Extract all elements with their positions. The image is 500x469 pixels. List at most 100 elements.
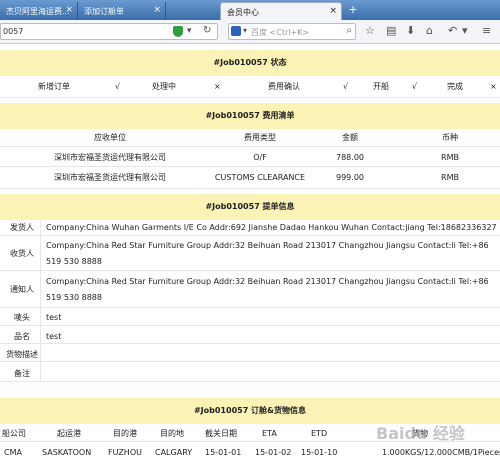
address-bar[interactable]: 0057 ▾ ↻ <box>0 23 218 40</box>
table-row: 深圳市宏福圣货运代理有限公司 O/F 788.00 RMB <box>0 147 500 167</box>
order-header: ETA <box>262 429 277 438</box>
bl-field-row: 备注 <box>0 362 500 382</box>
order-cell: 1.000KGS/12.000CMB/1Pieces <box>382 448 500 457</box>
order-header: 目的港 <box>113 429 137 438</box>
fee-cell: RMB <box>441 153 459 162</box>
bl-field-value: test <box>46 313 62 322</box>
bl-field-value: test <box>46 332 62 341</box>
bl-field-row: 发货人 Company:China Wuhan Garments I/E Co … <box>0 220 500 236</box>
order-cell: SASKATOON <box>42 448 92 457</box>
bl-field-value: Company:China Red Star Furniture Group A… <box>46 277 489 302</box>
order-cell: FUZHOU <box>108 448 142 457</box>
bl-field-label: 货物描述 <box>6 350 38 359</box>
menu-icon[interactable]: ≡ <box>482 25 491 37</box>
bl-field-label: 收货人 <box>10 249 34 258</box>
chevron-down-icon[interactable]: ▾ <box>462 25 468 37</box>
fee-header-row: 应收单位 费用类型 金额 币种 <box>0 129 500 147</box>
status-mark: √ <box>412 82 418 91</box>
status-section-title: #Job010057 状态 <box>0 50 500 76</box>
fee-header: 费用类型 <box>244 133 276 142</box>
column-divider <box>40 362 41 381</box>
shield-icon[interactable] <box>173 26 183 37</box>
bl-field-label: 通知人 <box>10 285 34 294</box>
column-divider <box>40 220 41 235</box>
bl-field-row: 收货人 Company:China Red Star Furniture Gro… <box>0 236 500 271</box>
bl-field-label: 品名 <box>14 332 30 341</box>
column-divider <box>40 344 41 361</box>
close-tab-icon[interactable]: × <box>65 5 73 15</box>
tab-2[interactable]: 添加订舱单 × <box>78 2 166 20</box>
status-mark: × <box>490 82 497 91</box>
bl-field-row: 品名 test <box>0 326 500 344</box>
order-header: 目的地 <box>160 429 184 438</box>
order-cell: CMA <box>4 448 22 457</box>
chevron-down-icon[interactable]: ▾ <box>243 26 247 35</box>
page-content: #Job010057 状态 新增订单 √ 处理中 × 费用确认 √ 开船 √ 完… <box>0 44 500 469</box>
fee-header: 币种 <box>442 133 458 142</box>
fee-cell: CUSTOMS CLEARANCE <box>214 173 306 182</box>
tab-2-title: 添加订舱单 <box>84 7 124 16</box>
bl-field-row: 货物描述 <box>0 344 500 362</box>
status-mark: × <box>214 82 221 91</box>
bl-field-row: 通知人 Company:China Red Star Furniture Gro… <box>0 271 500 308</box>
status-mark: √ <box>115 82 121 91</box>
column-divider <box>40 271 41 307</box>
tab-3-active[interactable]: 会员中心 × <box>220 2 342 20</box>
fee-header: 应收单位 <box>94 133 126 142</box>
browser-tab-bar: 杰贝阿里海运费... × 添加订舱单 × 会员中心 × + <box>0 0 500 20</box>
refresh-icon[interactable]: ↻ <box>203 25 211 36</box>
fee-cell: RMB <box>441 173 459 182</box>
search-input[interactable]: 百度 <Ctrl+K> <box>251 27 309 38</box>
order-cell: 15-01-01 <box>205 448 242 457</box>
bl-field-value: Company:China Wuhan Garments I/E Co Addr… <box>46 223 497 232</box>
status-label: 费用确认 <box>268 82 300 91</box>
close-tab-icon[interactable]: × <box>329 6 337 16</box>
home-icon[interactable]: ⌂ <box>426 25 433 37</box>
fee-cell: O/F <box>253 153 267 162</box>
fee-section-title: #Job010057 费用清单 <box>0 103 500 129</box>
status-label: 开船 <box>373 82 389 91</box>
fee-cell: 788.00 <box>336 153 364 162</box>
table-row: 深圳市宏福圣货运代理有限公司 CUSTOMS CLEARANCE 999.00 … <box>0 167 500 189</box>
order-cell: CALGARY <box>155 448 193 457</box>
order-cell: 15-01-10 <box>301 448 338 457</box>
status-label: 新增订单 <box>38 82 70 91</box>
status-row: 新增订单 √ 处理中 × 费用确认 √ 开船 √ 完成 × <box>0 76 500 98</box>
table-row: CMA SASKATOON FUZHOU CALGARY 15-01-01 15… <box>0 442 500 462</box>
download-icon[interactable]: ⬇ <box>406 25 415 37</box>
fee-header: 金额 <box>342 133 358 142</box>
close-tab-icon[interactable]: × <box>153 5 161 15</box>
back-icon[interactable]: ↶ <box>448 25 457 37</box>
tab-3-title: 会员中心 <box>227 8 259 17</box>
fee-cell: 999.00 <box>336 173 364 182</box>
search-engine-icon[interactable] <box>231 26 241 36</box>
search-box[interactable]: ▾ 百度 <Ctrl+K> ⌕ <box>228 23 356 40</box>
star-icon[interactable]: ☆ <box>365 25 375 37</box>
chevron-down-icon[interactable]: ▾ <box>187 26 192 36</box>
status-label: 完成 <box>447 82 463 91</box>
bl-field-value: Company:China Red Star Furniture Group A… <box>46 241 489 266</box>
order-header: 起运港 <box>57 429 81 438</box>
search-icon[interactable]: ⌕ <box>346 25 352 36</box>
new-tab-icon[interactable]: + <box>346 3 360 17</box>
clipboard-icon[interactable]: ▤ <box>386 25 396 37</box>
order-header: 截关日期 <box>205 429 237 438</box>
order-cell: 15-01-02 <box>255 448 292 457</box>
watermark-logo: Baidu 经验 <box>376 424 465 443</box>
tab-1[interactable]: 杰贝阿里海运费... × <box>0 2 78 20</box>
column-divider <box>40 236 41 270</box>
fee-cell: 深圳市宏福圣货运代理有限公司 <box>54 153 166 162</box>
bl-section-title: #Job010057 提单信息 <box>0 194 500 220</box>
bl-field-label: 唛头 <box>14 313 30 322</box>
navigation-bar: 0057 ▾ ↻ ▾ 百度 <Ctrl+K> ⌕ ☆ ▤ ⬇ ⌂ ↶ ▾ ≡ <box>0 20 500 44</box>
bl-field-label: 发货人 <box>10 223 34 232</box>
bl-field-row: 唛头 test <box>0 308 500 326</box>
column-divider <box>40 308 41 325</box>
tab-1-title: 杰贝阿里海运费... <box>6 7 70 16</box>
order-header: ETD <box>311 429 328 438</box>
status-mark: √ <box>343 82 349 91</box>
column-divider <box>40 326 41 343</box>
url-text[interactable]: 0057 <box>3 27 23 36</box>
status-label: 处理中 <box>152 82 176 91</box>
bl-field-label: 备注 <box>14 369 30 378</box>
